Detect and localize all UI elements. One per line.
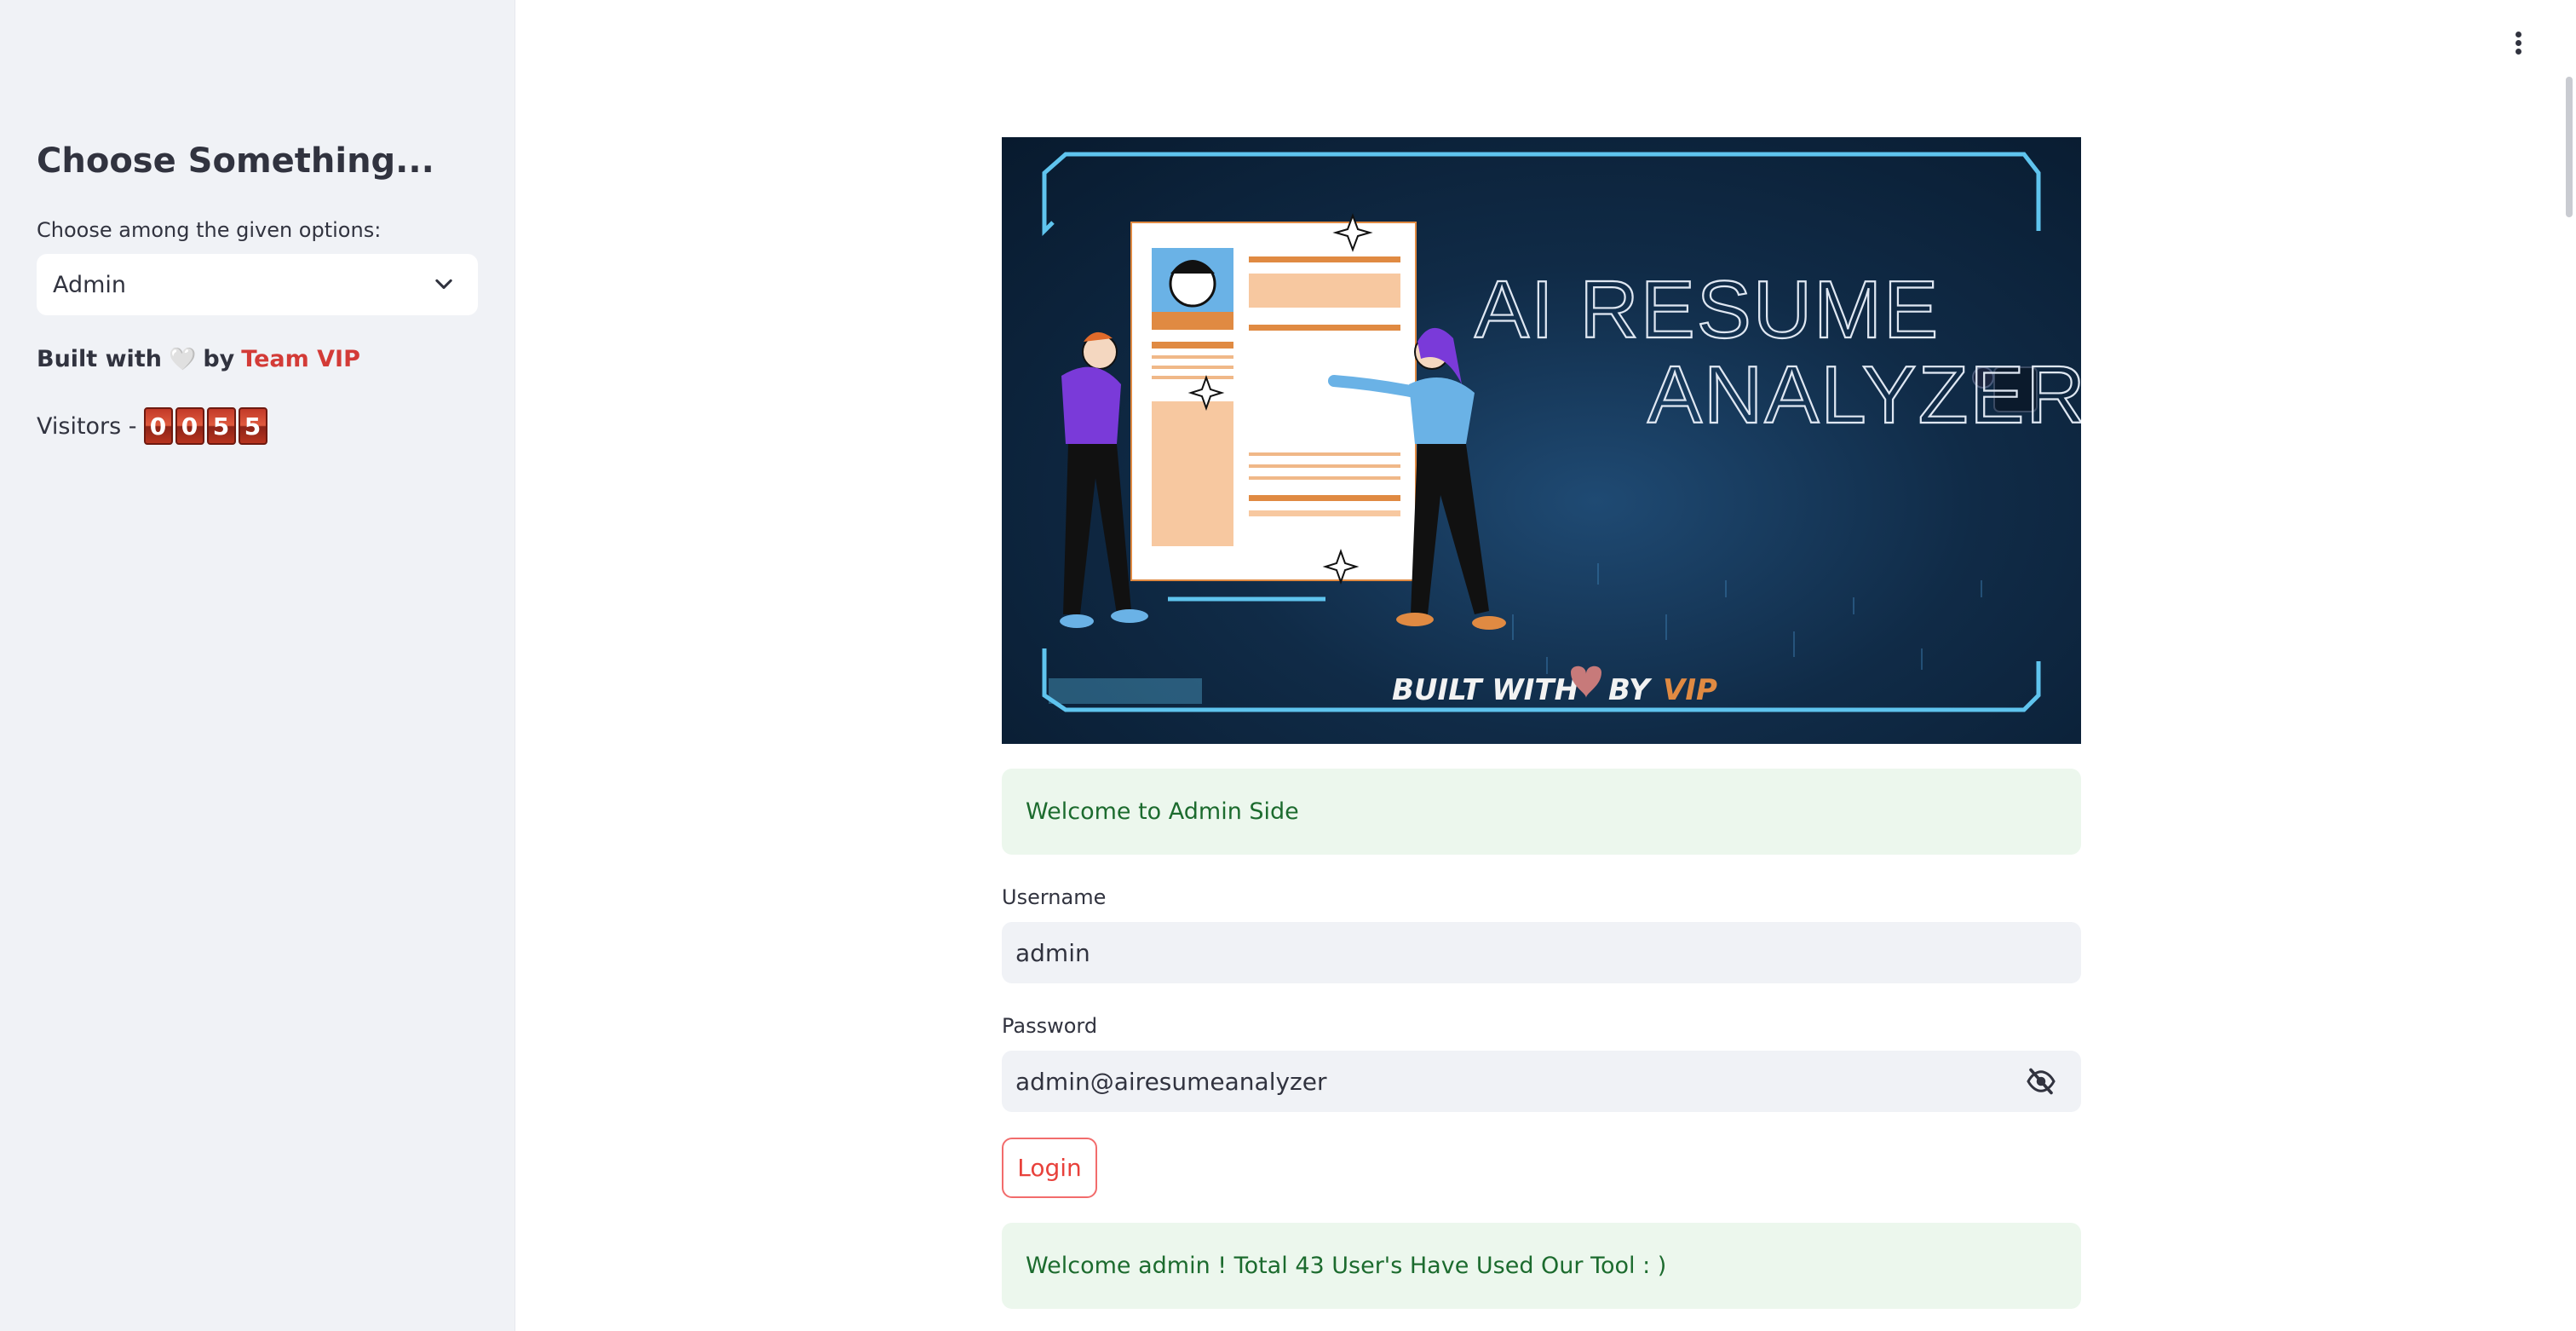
banner-title-line2: ANALYZER	[1647, 349, 2081, 441]
built-with-text: Built with	[37, 346, 162, 372]
counter-digit: 5	[206, 407, 236, 445]
banner-image: AI RESUME ANALYZER BUILT WITH BY VIP	[1002, 137, 2081, 744]
visitor-counter: Visitors - 0 0 5 5	[37, 407, 267, 445]
counter-digit: 0	[143, 407, 173, 445]
username-label: Username	[1002, 885, 1107, 909]
counter-digits: 0 0 5 5	[143, 407, 267, 445]
username-field[interactable]: admin	[1002, 922, 2081, 983]
username-value: admin	[1015, 938, 1090, 967]
scrollbar[interactable]	[2566, 77, 2573, 217]
select-label: Choose among the given options:	[37, 218, 382, 242]
total-users-alert: Welcome admin ! Total 43 User's Have Use…	[1002, 1223, 2081, 1309]
built-with-credit: Built with 🤍 by Team VIP	[37, 346, 360, 372]
sidebar: Choose Something... Choose among the giv…	[0, 0, 515, 1331]
counter-digit: 0	[175, 407, 204, 445]
banner-title-line1: AI RESUME	[1475, 264, 1940, 355]
visitors-label: Visitors -	[37, 412, 137, 440]
password-field[interactable]: admin@airesumeanalyzer	[1002, 1051, 2081, 1112]
sidebar-title: Choose Something...	[37, 141, 434, 181]
banner-footer-built: BUILT WITH	[1392, 673, 1578, 707]
chevron-down-icon	[435, 279, 452, 290]
welcome-alert: Welcome to Admin Side	[1002, 769, 2081, 855]
password-value: admin@airesumeanalyzer	[1015, 1067, 1327, 1096]
role-select-value: Admin	[53, 271, 127, 298]
role-select[interactable]: Admin	[37, 254, 478, 315]
kebab-menu-icon[interactable]	[2508, 29, 2528, 63]
heart-icon: 🤍	[168, 346, 197, 372]
by-text: by	[203, 346, 235, 372]
team-link[interactable]: Team VIP	[241, 346, 360, 372]
banner-footer-by: BY	[1608, 673, 1653, 707]
banner-footer-vip: VIP	[1663, 673, 1717, 707]
login-button[interactable]: Login	[1002, 1138, 1097, 1198]
eye-slash-icon[interactable]	[2025, 1066, 2057, 1097]
password-label: Password	[1002, 1014, 1098, 1038]
counter-digit: 5	[238, 407, 267, 445]
